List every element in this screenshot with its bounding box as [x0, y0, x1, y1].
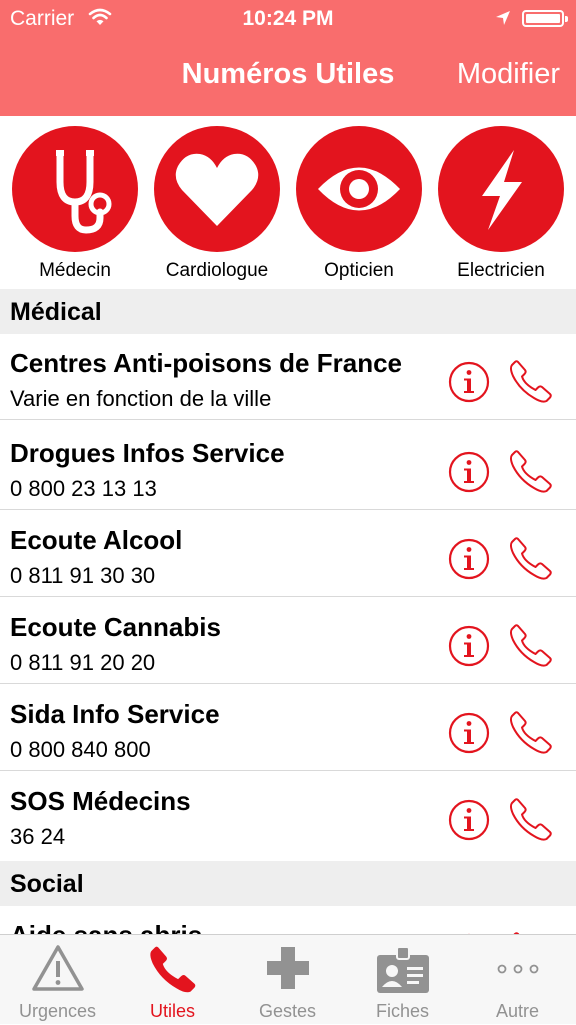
row-title: Drogues Infos Service — [10, 438, 285, 468]
shortcut-cardiologue[interactable]: Cardiologue — [146, 126, 288, 286]
row-detail: 0 811 91 30 30 — [10, 563, 156, 588]
phone-icon — [149, 946, 195, 993]
shortcut-bar: Médecin Cardiologue Opticien Electricien — [0, 116, 576, 288]
shortcut-label: Cardiologue — [165, 260, 269, 281]
info-icon[interactable] — [447, 450, 491, 494]
shortcut-medecin[interactable]: Médecin — [4, 126, 146, 286]
tab-label: Gestes — [258, 1001, 317, 1021]
info-icon[interactable] — [447, 711, 491, 755]
battery-icon — [522, 10, 568, 27]
shortcut-electricien[interactable]: Electricien — [430, 126, 572, 286]
phone-icon[interactable] — [508, 448, 554, 494]
phone-icon[interactable] — [508, 358, 554, 404]
shortcut-label: Opticien — [324, 260, 394, 281]
tab-utiles[interactable]: Utiles — [115, 935, 230, 1025]
heart-icon — [175, 153, 259, 226]
section-header-medical: Médical — [0, 289, 576, 334]
tab-bar: Urgences Utiles Gestes Fiches Autre — [0, 934, 576, 1024]
row-detail: 0 811 91 20 20 — [10, 650, 156, 675]
info-icon[interactable] — [447, 360, 491, 404]
tab-label: Autre — [495, 1001, 540, 1021]
row-title: Ecoute Alcool — [10, 525, 183, 555]
navigation-bar: Numéros Utiles Modifier — [0, 40, 576, 116]
row-detail: Varie en fonction de la ville — [10, 386, 272, 411]
row-title: Ecoute Cannabis — [10, 612, 221, 642]
phone-icon[interactable] — [508, 796, 554, 842]
phone-icon[interactable] — [508, 709, 554, 755]
id-card-icon — [376, 946, 429, 993]
tab-fiches[interactable]: Fiches — [345, 935, 460, 1025]
tab-autre[interactable]: Autre — [460, 935, 575, 1025]
eye-icon — [318, 167, 400, 211]
tab-gestes[interactable]: Gestes — [230, 935, 345, 1025]
row-detail: 0 800 840 800 — [10, 737, 151, 762]
section-header-social: Social — [0, 861, 576, 906]
tab-label: Fiches — [375, 1001, 429, 1021]
shortcut-opticien[interactable]: Opticien — [288, 126, 430, 286]
row-title: Sida Info Service — [10, 699, 220, 729]
table-row[interactable]: SOS Médecins 36 24 — [0, 772, 576, 858]
tab-urgences[interactable]: Urgences — [0, 935, 115, 1025]
clock: 10:24 PM — [242, 7, 334, 30]
table-row[interactable]: Ecoute Cannabis 0 811 91 20 20 — [0, 598, 576, 684]
row-detail: 36 24 — [10, 824, 66, 849]
cross-icon — [266, 947, 309, 989]
edit-button[interactable]: Modifier — [457, 58, 560, 91]
info-icon[interactable] — [447, 624, 491, 668]
table-row[interactable]: Centres Anti-poisons de France Varie en … — [0, 334, 576, 420]
row-detail: 0 800 23 13 13 — [10, 476, 157, 501]
tab-label: Urgences — [18, 1001, 97, 1021]
table-row[interactable]: Drogues Infos Service 0 800 23 13 13 — [0, 424, 576, 510]
phone-icon[interactable] — [508, 535, 554, 581]
table-row[interactable]: Sida Info Service 0 800 840 800 — [0, 685, 576, 771]
info-icon[interactable] — [447, 537, 491, 581]
row-title: Centres Anti-poisons de France — [10, 348, 402, 378]
warning-icon — [31, 945, 84, 991]
section-title: Médical — [10, 298, 102, 326]
table-row[interactable]: Ecoute Alcool 0 811 91 30 30 — [0, 511, 576, 597]
lightning-icon — [482, 150, 522, 230]
shortcut-label: Electricien — [457, 260, 545, 281]
shortcut-label: Médecin — [39, 260, 111, 281]
more-icon — [497, 964, 538, 974]
row-title: SOS Médecins — [10, 786, 191, 816]
section-title: Social — [10, 870, 84, 898]
status-bar: Carrier 10:24 PM — [0, 0, 576, 40]
tab-label: Utiles — [149, 1001, 195, 1021]
phone-icon[interactable] — [508, 622, 554, 668]
stethoscope-icon — [56, 150, 112, 234]
info-icon[interactable] — [447, 798, 491, 842]
location-arrow-icon — [495, 10, 511, 31]
